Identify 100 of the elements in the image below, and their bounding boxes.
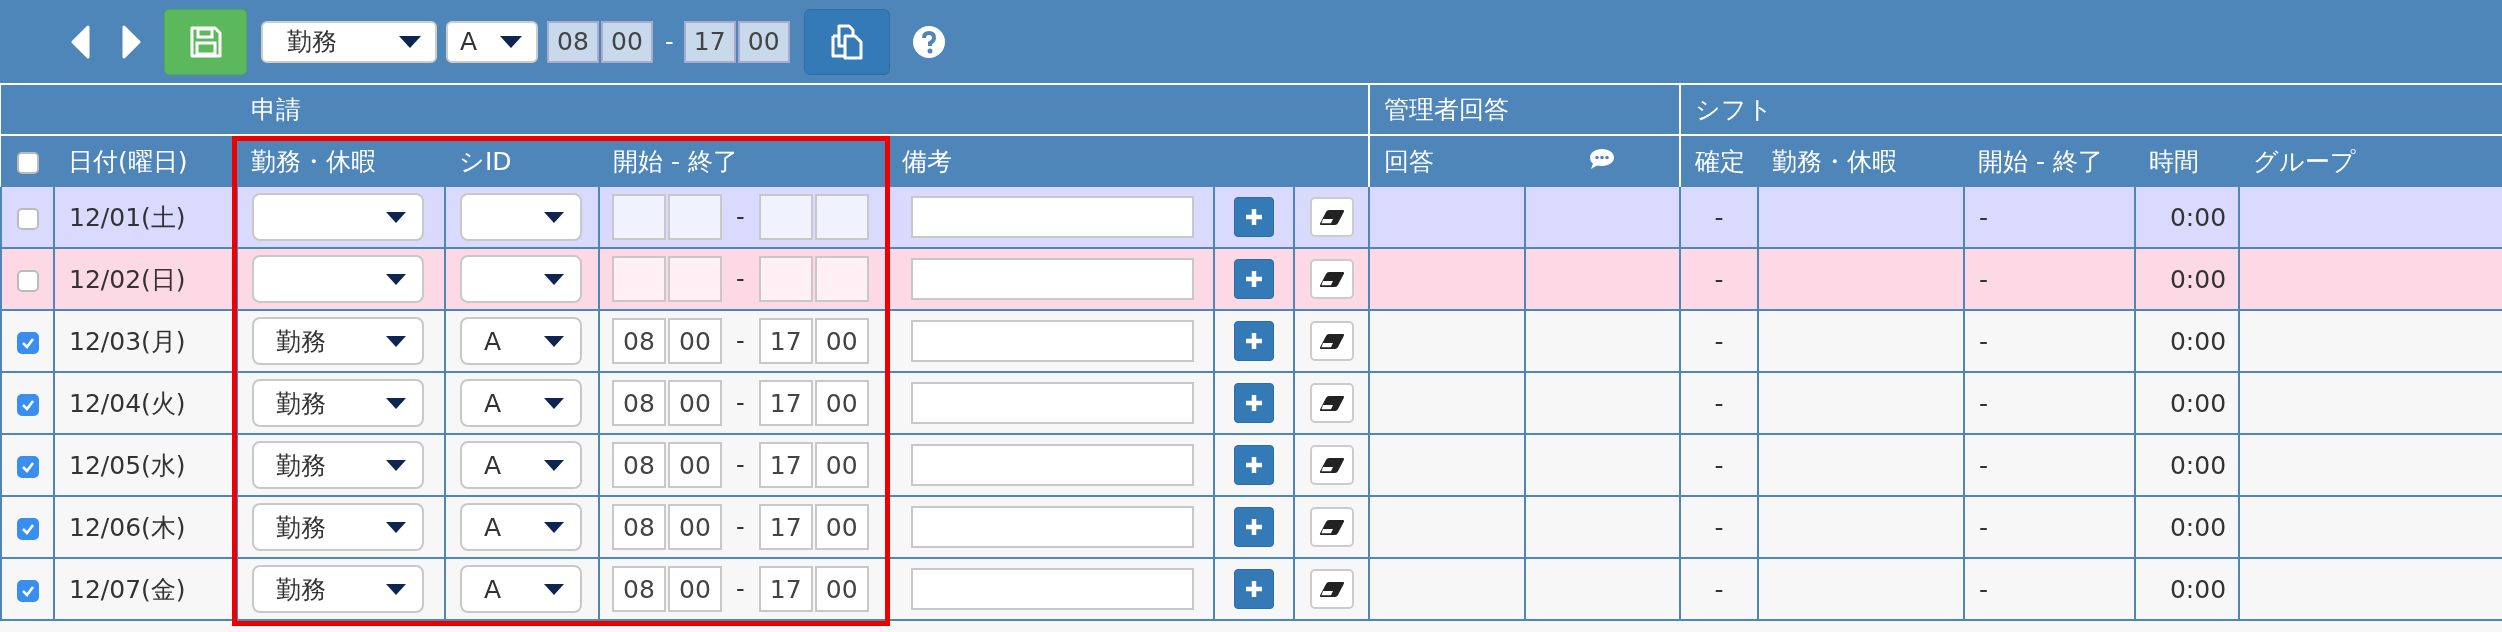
row-checkbox[interactable] bbox=[16, 393, 39, 416]
work-select[interactable]: 勤務 bbox=[252, 379, 424, 427]
note-field[interactable] bbox=[911, 444, 1194, 486]
previous-icon[interactable] bbox=[70, 24, 90, 59]
caret-icon bbox=[544, 583, 564, 595]
note-field[interactable] bbox=[911, 568, 1194, 610]
add-button[interactable] bbox=[1234, 507, 1274, 547]
hour-field[interactable] bbox=[612, 256, 666, 302]
time-separator: - bbox=[736, 327, 745, 355]
work-select[interactable]: 勤務 bbox=[261, 20, 437, 63]
work-select[interactable] bbox=[252, 193, 424, 241]
minute-field[interactable] bbox=[814, 256, 869, 302]
hour-field[interactable]: 17 bbox=[683, 20, 736, 63]
hour-field[interactable]: 08 bbox=[547, 20, 599, 63]
minute-field[interactable] bbox=[668, 256, 722, 302]
sid-select[interactable]: A bbox=[460, 317, 582, 365]
minute-field[interactable] bbox=[668, 194, 722, 240]
hour-field[interactable] bbox=[612, 194, 666, 240]
minute-field[interactable]: 00 bbox=[668, 318, 722, 364]
work-select[interactable]: 勤務 bbox=[252, 503, 424, 551]
sid-select[interactable] bbox=[460, 193, 582, 241]
help-icon[interactable] bbox=[911, 24, 946, 59]
clear-button[interactable] bbox=[1309, 383, 1354, 423]
note-field[interactable] bbox=[911, 258, 1194, 300]
hour-field[interactable]: 08 bbox=[612, 318, 666, 364]
eraser-icon bbox=[1318, 580, 1345, 598]
minute-field[interactable]: 00 bbox=[814, 566, 869, 612]
caret-icon bbox=[386, 273, 406, 285]
confirmed-cell: - bbox=[1714, 202, 1724, 232]
work-select[interactable]: 勤務 bbox=[252, 317, 424, 365]
next-icon[interactable] bbox=[122, 24, 142, 59]
hours-cell: 0:00 bbox=[2169, 574, 2227, 604]
caret-icon bbox=[544, 397, 564, 409]
work-select[interactable]: 勤務 bbox=[252, 441, 424, 489]
work-select[interactable]: 勤務 bbox=[252, 565, 424, 613]
minute-field[interactable]: 00 bbox=[668, 566, 722, 612]
time-separator: - bbox=[736, 265, 745, 293]
sid-select[interactable]: A bbox=[460, 379, 582, 427]
row-checkbox[interactable] bbox=[16, 579, 39, 602]
clear-button[interactable] bbox=[1309, 445, 1354, 485]
minute-field[interactable] bbox=[814, 194, 869, 240]
hour-field[interactable]: 17 bbox=[758, 318, 813, 364]
time-separator: - bbox=[736, 389, 745, 417]
hour-field[interactable] bbox=[758, 194, 813, 240]
row-checkbox[interactable] bbox=[16, 331, 39, 354]
save-button[interactable] bbox=[164, 8, 247, 75]
note-field[interactable] bbox=[911, 506, 1194, 548]
row-checkbox[interactable] bbox=[16, 269, 39, 292]
caret-icon bbox=[386, 521, 406, 533]
minute-field[interactable]: 00 bbox=[668, 380, 722, 426]
minute-field[interactable]: 00 bbox=[814, 318, 869, 364]
clear-button[interactable] bbox=[1309, 507, 1354, 547]
hour-field[interactable]: 17 bbox=[758, 566, 813, 612]
clear-button[interactable] bbox=[1309, 259, 1354, 299]
sid-select[interactable]: A bbox=[460, 503, 582, 551]
hour-field[interactable]: 08 bbox=[612, 566, 666, 612]
sid-select[interactable]: A bbox=[446, 20, 538, 63]
column-header: 勤務・休暇 bbox=[251, 147, 376, 176]
date-cell: 12/01(土) bbox=[69, 202, 186, 232]
select-all-checkbox[interactable] bbox=[16, 152, 39, 174]
sid-select[interactable] bbox=[460, 255, 582, 303]
clear-button[interactable] bbox=[1309, 569, 1354, 609]
add-button[interactable] bbox=[1234, 445, 1274, 485]
hour-field[interactable]: 08 bbox=[612, 380, 666, 426]
hour-field[interactable]: 17 bbox=[758, 380, 813, 426]
column-header: 日付(曜日) bbox=[68, 147, 188, 176]
note-field[interactable] bbox=[911, 320, 1194, 362]
minute-field[interactable]: 00 bbox=[814, 504, 869, 550]
hour-field[interactable] bbox=[758, 256, 813, 302]
minute-field[interactable]: 00 bbox=[737, 20, 790, 63]
row-checkbox[interactable] bbox=[16, 455, 39, 478]
minute-field[interactable]: 00 bbox=[814, 442, 869, 488]
note-field[interactable] bbox=[911, 382, 1194, 424]
column-header: グループ bbox=[2253, 147, 2357, 176]
add-button[interactable] bbox=[1234, 197, 1274, 237]
add-button[interactable] bbox=[1234, 383, 1274, 423]
row-checkbox[interactable] bbox=[16, 207, 39, 230]
hour-field[interactable]: 17 bbox=[758, 442, 813, 488]
column-header: 勤務・休暇 bbox=[1772, 147, 1898, 176]
date-cell: 12/05(水) bbox=[69, 450, 186, 480]
note-field[interactable] bbox=[911, 196, 1194, 238]
sid-select[interactable]: A bbox=[460, 565, 582, 613]
add-button[interactable] bbox=[1234, 259, 1274, 299]
clear-button[interactable] bbox=[1309, 321, 1354, 361]
sid-select[interactable]: A bbox=[460, 441, 582, 489]
minute-field[interactable]: 00 bbox=[814, 380, 869, 426]
copy-button[interactable] bbox=[803, 8, 890, 75]
hour-field[interactable]: 08 bbox=[612, 442, 666, 488]
work-select[interactable] bbox=[252, 255, 424, 303]
add-button[interactable] bbox=[1234, 321, 1274, 361]
hour-field[interactable]: 08 bbox=[612, 504, 666, 550]
minute-field[interactable]: 00 bbox=[668, 504, 722, 550]
minute-field[interactable]: 00 bbox=[601, 20, 653, 63]
clear-button[interactable] bbox=[1309, 197, 1354, 237]
row-checkbox[interactable] bbox=[16, 517, 39, 540]
hour-field[interactable]: 17 bbox=[758, 504, 813, 550]
hours-cell: 0:00 bbox=[2169, 202, 2227, 232]
add-button[interactable] bbox=[1234, 569, 1274, 609]
column-header: 開始 - 終了 bbox=[613, 147, 738, 176]
minute-field[interactable]: 00 bbox=[668, 442, 722, 488]
